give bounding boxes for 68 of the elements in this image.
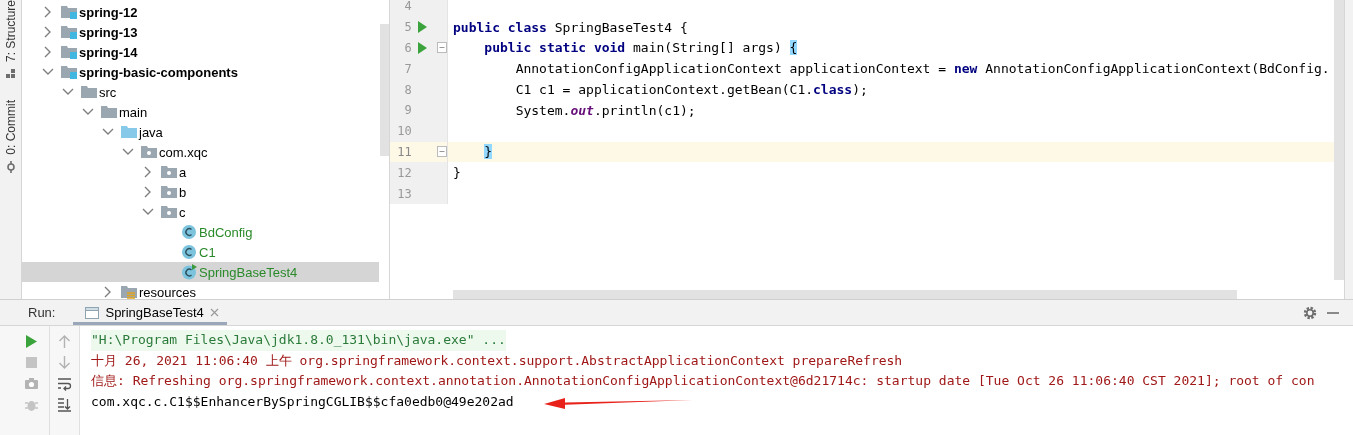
line-number: 6 — [403, 41, 412, 55]
folder-icon — [101, 104, 117, 120]
runnable-class-icon — [181, 264, 197, 280]
console-line: com.xqc.c.C1$$EnhancerBySpringCGLIB$$cfa0edb0@49e202ad — [91, 393, 514, 412]
commit-icon[interactable] — [4, 160, 17, 173]
tree-item[interactable]: com.xqc — [22, 142, 379, 162]
run-icon[interactable] — [24, 334, 40, 349]
console-line: 信息: Refreshing org.springframework.context.annotation.AnnotationConfigApplicationContext@6d21714c: startup date [Tue Oct 26 11:06:40 CST 2021]; root of con — [91, 372, 1315, 391]
line-number: 7 — [403, 61, 412, 76]
class-icon — [181, 244, 197, 260]
module-folder-icon — [61, 4, 77, 20]
code-line: public static void main(String[] args) { — [483, 40, 798, 56]
package-icon — [161, 164, 177, 180]
tree-item[interactable]: main — [22, 102, 379, 122]
run-tab[interactable]: SpringBaseTest4 — [73, 300, 227, 325]
fold-icon[interactable] — [437, 42, 447, 54]
tree-item[interactable]: java — [22, 122, 379, 142]
code-line: AnnotationConfigApplicationContext applicationContext = new AnnotationConfigApplicationContext(BdConfig. — [514, 61, 1330, 77]
tree-item[interactable]: spring-12 — [22, 2, 379, 22]
line-number: 4 — [403, 0, 412, 14]
line-number: 9 — [403, 103, 412, 118]
module-folder-icon — [61, 24, 77, 40]
tree-item[interactable]: spring-13 — [22, 22, 379, 42]
package-icon — [141, 144, 157, 160]
class-icon — [181, 224, 197, 240]
module-folder-icon — [61, 44, 77, 60]
package-icon — [161, 204, 177, 220]
tree-item[interactable]: c — [22, 202, 379, 222]
tree-item[interactable]: resources — [22, 282, 379, 299]
tree-item[interactable]: spring-basic-components — [22, 62, 379, 82]
line-number: 8 — [403, 82, 412, 97]
code-line: } — [453, 165, 461, 181]
close-icon[interactable] — [209, 308, 219, 317]
tree-item[interactable]: src — [22, 82, 379, 102]
line-number: 12 — [396, 165, 412, 180]
soft-wrap-icon[interactable] — [57, 376, 73, 391]
scrollbar-thumb[interactable] — [380, 24, 389, 156]
tree-item[interactable]: spring-14 — [22, 42, 379, 62]
tool-window-tab[interactable]: 0: Commit — [3, 100, 18, 155]
camera-icon[interactable] — [24, 376, 40, 391]
package-icon — [161, 184, 177, 200]
line-number: 5 — [403, 20, 412, 35]
tree-item[interactable]: a — [22, 162, 379, 182]
run-icon[interactable] — [417, 21, 428, 34]
console-icon — [85, 305, 100, 320]
folder-icon — [81, 84, 97, 100]
tree-item[interactable]: BdConfig — [22, 222, 379, 242]
scroll-to-end-icon[interactable] — [57, 397, 73, 412]
line-number: 10 — [396, 124, 412, 139]
tree-item[interactable]: C1 — [22, 242, 379, 262]
settings-icon[interactable] — [1303, 305, 1317, 320]
code-line: public class SpringBaseTest4 { — [453, 19, 688, 35]
scrollbar-thumb[interactable] — [453, 290, 1237, 299]
code-line: System.out.println(c1); — [514, 102, 696, 118]
line-number: 11 — [396, 144, 412, 159]
code-line: C1 c1 = applicationContext.getBean(C1.class); — [514, 82, 868, 98]
module-folder-icon — [61, 64, 77, 80]
resources-folder-icon — [121, 284, 137, 299]
structure-icon[interactable] — [4, 68, 17, 81]
tool-window-tab[interactable]: 7: Structure — [3, 0, 18, 63]
fold-icon[interactable] — [437, 146, 447, 158]
console-line: 十月 26, 2021 11:06:40 上午 org.springframework.context.support.AbstractApplicationContext prepareRefresh — [91, 351, 903, 370]
folder-icon — [121, 124, 137, 140]
tree-item[interactable]: b — [22, 182, 379, 202]
line-number: 13 — [396, 186, 412, 201]
scrollbar-thumb[interactable] — [1334, 0, 1344, 280]
run-icon[interactable] — [417, 42, 428, 54]
panel-title: Run: — [28, 305, 56, 320]
